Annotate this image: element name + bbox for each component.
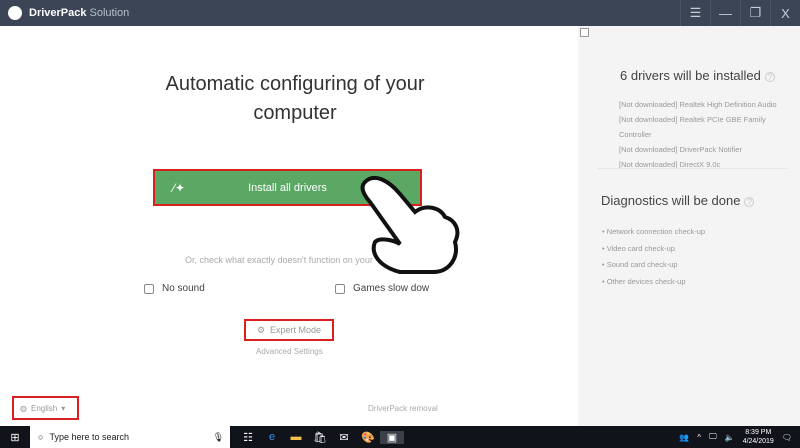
games-slow-checkbox[interactable]: Games slow dow [335,283,429,294]
edge-icon[interactable]: e [260,431,284,444]
advanced-settings-label: Advanced Settings [256,347,323,356]
check-hint: Or, check what exactly doesn't function … [185,255,373,265]
app-title: DriverPack Solution [29,7,130,19]
list-item: [Not downloaded] DirectX 9.0c [619,160,721,169]
menu-button[interactable]: ☰ [680,0,710,26]
select-all-checkbox[interactable] [580,28,589,37]
notifications-icon[interactable]: 🗨 [782,433,792,442]
minimize-button[interactable]: — [710,0,740,26]
windows-start-icon[interactable]: ⊞ [0,431,30,444]
people-icon[interactable]: 👥 [679,433,689,442]
system-tray: 👥 ^ 🖵 🔈 8:39 PM 4/24/2019 🗨 [679,426,800,448]
cortana-icon: ○ [38,432,44,442]
magic-wand-icon: ⁄✦ [173,180,186,195]
close-button[interactable]: X [770,0,800,26]
list-item: [Not downloaded] DriverPack Notifier [619,145,742,154]
clock[interactable]: 8:39 PM 4/24/2019 [743,428,774,446]
chevron-down-icon: ▾ [61,403,66,413]
list-item: [Not downloaded] Realtek PCIe GBE Family… [619,115,766,139]
diagnostics-title: Diagnostics will be done? [601,193,755,208]
globe-icon: ◍ [20,403,27,413]
show-hidden-icon[interactable]: ^ [697,433,701,442]
list-item: [Not downloaded] Realtek High Definition… [619,100,777,109]
diagnostics-list: • Network connection check-up • Video ca… [602,224,705,290]
list-item: • Network connection check-up [602,227,706,236]
restore-button[interactable]: ❐ [740,0,770,26]
store-icon[interactable]: 🛍 [308,431,332,444]
driverpack-removal-link[interactable]: DriverPack removal [368,404,438,413]
title-bar: DriverPack Solution ☰ — ❐ X [0,0,800,26]
pointing-hand-icon [360,175,460,274]
paint-icon[interactable]: 🎨 [356,431,380,444]
network-icon[interactable]: 🖵 [709,432,717,442]
taskbar-search-input[interactable]: ○ Type here to search 🎙 [30,426,230,448]
list-item: • Sound card check-up [602,260,678,269]
driverpack-taskbar-icon[interactable]: ▣ [380,430,404,444]
mail-icon[interactable]: ✉ [332,431,356,444]
no-sound-checkbox[interactable]: No sound [144,283,205,294]
taskbar: ⊞ ○ Type here to search 🎙 ☷ e ▬ 🛍 ✉ 🎨 ▣ 👥 … [0,426,800,448]
gear-icon: ⚙ [256,324,266,335]
task-view-icon[interactable]: ☷ [236,431,260,444]
driverpack-logo-icon [8,6,22,20]
volume-icon[interactable]: 🔈 [725,433,735,442]
list-item: • Other devices check-up [602,276,686,286]
divider [598,168,788,169]
list-item: • Video card check-up [602,243,675,253]
file-explorer-icon[interactable]: ▬ [284,431,308,444]
drivers-title: 6 drivers will be installed? [620,68,775,83]
help-icon[interactable]: ? [764,71,775,82]
expert-mode-button[interactable]: ⚙ Expert Mode [244,319,334,341]
page-title: Automatic configuring of your computer [165,73,425,124]
help-icon[interactable]: ? [744,196,755,207]
install-button-label: Install all drivers [248,181,327,194]
microphone-icon[interactable]: 🎙 [213,432,224,443]
drivers-list: [Not downloaded] Realtek High Definition… [619,97,794,172]
language-select[interactable]: ◍ English ▾ [12,396,79,420]
